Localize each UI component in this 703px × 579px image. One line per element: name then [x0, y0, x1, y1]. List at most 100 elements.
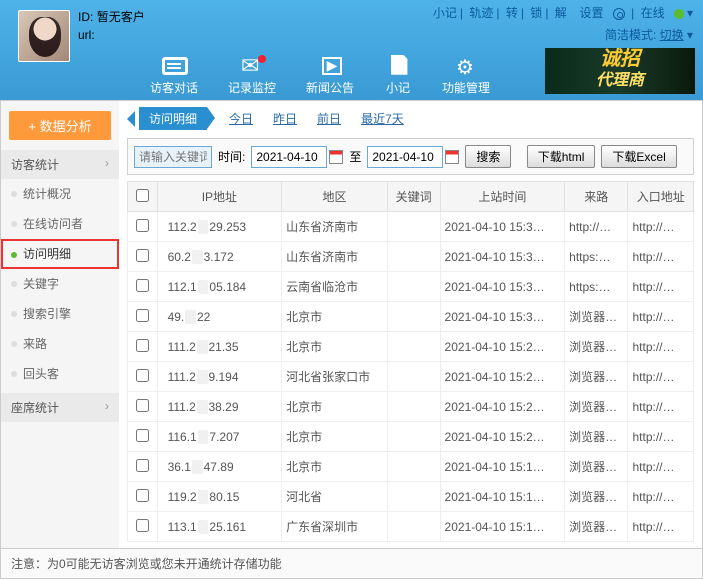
row-checkbox[interactable] [136, 489, 149, 502]
cell-keyword [387, 212, 440, 242]
download-html-button[interactable]: 下载html [527, 145, 596, 168]
sidebar-item[interactable]: 回头客 [1, 359, 119, 389]
col-time: 上站时间 [440, 182, 565, 212]
cell-time: 2021-04-10 15:3… [440, 272, 565, 302]
cell-keyword [387, 302, 440, 332]
date-to-input[interactable] [367, 146, 443, 168]
tab-current[interactable]: 访问明细 [139, 107, 207, 130]
cell-ip: 49.722 [157, 302, 282, 332]
promo-banner[interactable]: 诚招 代理商 [545, 48, 695, 94]
id-label: ID: [78, 10, 93, 24]
cell-referer: 浏览器… [565, 302, 628, 332]
cell-ip: 111.229.194 [157, 362, 282, 392]
data-analysis-button[interactable]: + 数据分析 [9, 111, 111, 140]
table-row: 112.1105.184云南省临沧市2021-04-10 15:3…https:… [128, 272, 694, 302]
cell-entry: http://… [628, 332, 694, 362]
row-checkbox[interactable] [136, 219, 149, 232]
row-checkbox[interactable] [136, 249, 149, 262]
table-row: 36.1147.89北京市2021-04-10 15:1…浏览器…http://… [128, 452, 694, 482]
cell-region: 河北省张家口市 [282, 362, 388, 392]
cell-entry: http://… [628, 392, 694, 422]
table-row: 111.229.194河北省张家口市2021-04-10 15:2…浏览器…ht… [128, 362, 694, 392]
sidebar-section-visitor-stats[interactable]: 访客统计› [1, 150, 119, 179]
date-from-input[interactable] [251, 146, 327, 168]
chevron-right-icon: › [105, 399, 109, 413]
table-row: 111.2038.29北京市2021-04-10 15:2…浏览器…http:/… [128, 392, 694, 422]
calendar-icon[interactable] [329, 150, 343, 164]
cell-time: 2021-04-10 15:3… [440, 242, 565, 272]
cell-ip: 113.1125.161 [157, 512, 282, 542]
nav-note[interactable]: 小记 [384, 55, 412, 96]
nav-func[interactable]: 功能管理 [442, 55, 490, 96]
tab-daybefore[interactable]: 前日 [309, 108, 349, 129]
calendar-icon[interactable] [445, 150, 459, 164]
cell-entry: http://… [628, 272, 694, 302]
cell-keyword [387, 242, 440, 272]
sidebar-item[interactable]: 访问明细 [1, 239, 119, 269]
cell-time: 2021-04-10 15:2… [440, 422, 565, 452]
link-guiji[interactable]: 轨迹 [469, 6, 493, 20]
col-entry: 入口地址 [628, 182, 694, 212]
row-checkbox[interactable] [136, 279, 149, 292]
gear-nav-icon [452, 55, 480, 77]
nav-monitor[interactable]: 记录监控 [228, 55, 276, 96]
link-xiaoji[interactable]: 小记 [433, 6, 457, 20]
row-checkbox[interactable] [136, 369, 149, 382]
cell-time: 2021-04-10 15:1… [440, 452, 565, 482]
sidebar-section-seat-stats[interactable]: 座席统计› [1, 393, 119, 422]
avatar[interactable] [18, 10, 70, 62]
nav-news[interactable]: 新闻公告 [306, 55, 354, 96]
row-checkbox[interactable] [136, 309, 149, 322]
content-area: 访问明细 今日 昨日 前日 最近7天 时间: 至 搜索 下载html 下载Exc… [119, 101, 702, 548]
note-icon [384, 55, 412, 77]
simple-mode-toggle[interactable]: 切换 [660, 28, 684, 42]
table-row: 60.213.172山东省济南市2021-04-10 15:3…https:…h… [128, 242, 694, 272]
cell-referer: https:… [565, 272, 628, 302]
cell-time: 2021-04-10 15:1… [440, 512, 565, 542]
row-checkbox[interactable] [136, 429, 149, 442]
download-excel-button[interactable]: 下载Excel [601, 145, 676, 168]
sidebar-item[interactable]: 关键字 [1, 269, 119, 299]
cell-ip: 119.2580.15 [157, 482, 282, 512]
gear-icon[interactable] [613, 8, 625, 20]
tab-today[interactable]: 今日 [221, 108, 261, 129]
table-row: 111.2021.35北京市2021-04-10 15:2…浏览器…http:/… [128, 332, 694, 362]
cell-keyword [387, 512, 440, 542]
row-checkbox[interactable] [136, 519, 149, 532]
tab-last7days[interactable]: 最近7天 [353, 108, 412, 129]
link-settings[interactable]: 设置 [579, 6, 603, 20]
link-zhuan[interactable]: 转 [506, 6, 518, 20]
sidebar-item[interactable]: 统计概况 [1, 179, 119, 209]
link-online[interactable]: 在线 [641, 6, 665, 20]
row-checkbox[interactable] [136, 339, 149, 352]
search-button[interactable]: 搜索 [465, 145, 511, 168]
cell-keyword [387, 392, 440, 422]
notification-dot-icon [258, 55, 266, 63]
cell-entry: http://… [628, 452, 694, 482]
col-ip: IP地址 [157, 182, 282, 212]
table-row: 112.2329.253山东省济南市2021-04-10 15:3…http:/… [128, 212, 694, 242]
nav-monitor-label: 记录监控 [228, 79, 276, 96]
nav-chat[interactable]: 访客对话 [150, 55, 198, 96]
envelope-icon [238, 55, 266, 77]
cell-keyword [387, 452, 440, 482]
table-row: 116.117.207北京市2021-04-10 15:2…浏览器…http:/… [128, 422, 694, 452]
cell-ip: 36.1147.89 [157, 452, 282, 482]
sidebar-item[interactable]: 在线访问者 [1, 209, 119, 239]
sidebar-item[interactable]: 搜索引擎 [1, 299, 119, 329]
tab-yesterday[interactable]: 昨日 [265, 108, 305, 129]
link-suo[interactable]: 锁 [530, 6, 542, 20]
select-all-checkbox[interactable] [136, 189, 149, 202]
date-tabs: 访问明细 今日 昨日 前日 最近7天 [127, 107, 694, 130]
banner-line1: 诚招 [545, 48, 695, 70]
row-checkbox[interactable] [136, 399, 149, 412]
cell-referer: http://… [565, 212, 628, 242]
keyword-input[interactable] [134, 146, 212, 168]
cell-region: 北京市 [282, 422, 388, 452]
cell-time: 2021-04-10 15:1… [440, 482, 565, 512]
cell-referer: 浏览器… [565, 392, 628, 422]
sidebar-item[interactable]: 来路 [1, 329, 119, 359]
link-jie[interactable]: 解 [555, 6, 567, 20]
row-checkbox[interactable] [136, 459, 149, 472]
cell-entry: http://… [628, 422, 694, 452]
